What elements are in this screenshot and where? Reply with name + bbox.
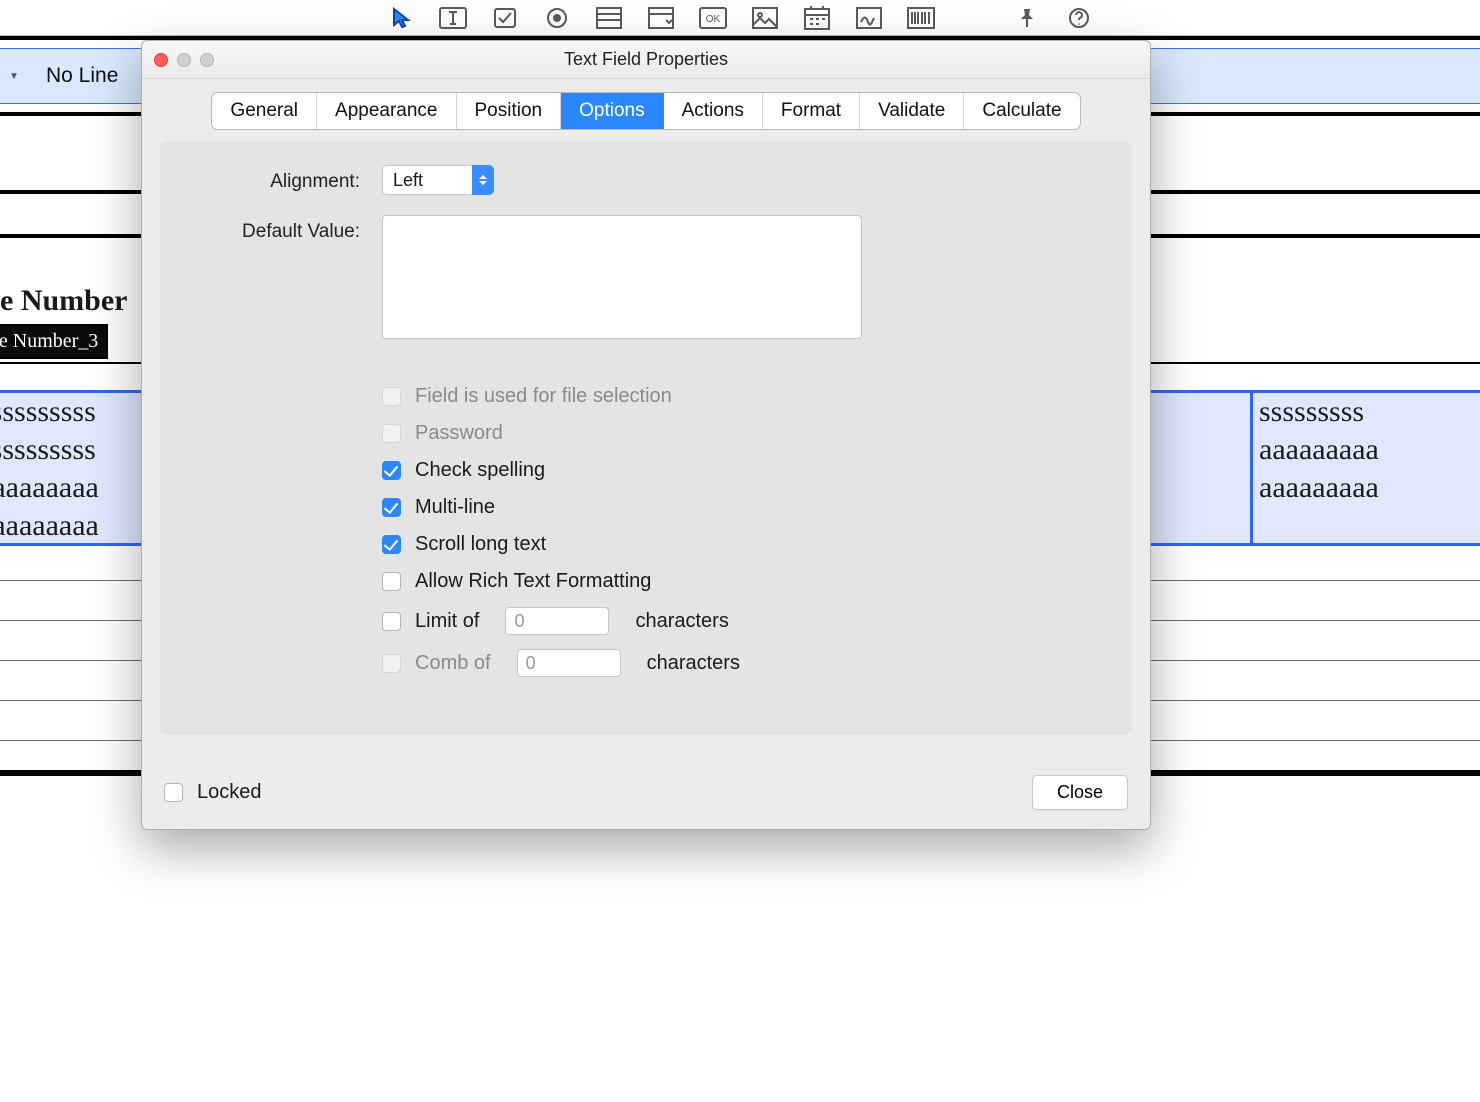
- dialog-title: Text Field Properties: [564, 49, 728, 70]
- window-close-button[interactable]: [154, 53, 168, 67]
- rich-text-label: Allow Rich Text Formatting: [415, 570, 651, 593]
- dialog-tabs: General Appearance Position Options Acti…: [212, 93, 1079, 129]
- body-text: aaaaaaaaa: [1259, 469, 1480, 507]
- multi-line-label: Multi-line: [415, 496, 495, 519]
- check-spelling-checkbox[interactable]: [382, 461, 401, 480]
- file-selection-label: Field is used for file selection: [415, 385, 672, 408]
- svg-text:OK: OK: [706, 14, 721, 25]
- text-field-tool-icon[interactable]: [439, 4, 467, 32]
- tab-format[interactable]: Format: [763, 93, 860, 129]
- checkbox-tool-icon[interactable]: [491, 4, 519, 32]
- tab-general[interactable]: General: [212, 93, 317, 129]
- locked-checkbox[interactable]: [164, 783, 183, 802]
- comb-of-label: Comb of: [415, 652, 491, 675]
- limit-of-input[interactable]: [505, 607, 609, 635]
- body-text: aaaaaaaaa: [1259, 431, 1480, 469]
- limit-of-label: Limit of: [415, 610, 479, 633]
- tab-validate[interactable]: Validate: [860, 93, 964, 129]
- default-value-textarea[interactable]: [382, 215, 862, 339]
- password-checkbox: [382, 424, 401, 443]
- check-spelling-label: Check spelling: [415, 459, 545, 482]
- body-text: sssssssss: [1259, 393, 1480, 431]
- tab-calculate[interactable]: Calculate: [964, 93, 1079, 129]
- select-arrow-icon: [472, 165, 494, 195]
- scroll-long-text-checkbox[interactable]: [382, 535, 401, 554]
- line-style-label[interactable]: No Line: [46, 64, 118, 88]
- alignment-label: Alignment:: [160, 165, 360, 193]
- password-label: Password: [415, 422, 503, 445]
- image-tool-icon[interactable]: [751, 4, 779, 32]
- rich-text-checkbox[interactable]: [382, 572, 401, 591]
- radio-tool-icon[interactable]: [543, 4, 571, 32]
- comb-of-input[interactable]: [517, 649, 621, 677]
- comb-of-checkbox: [382, 654, 401, 673]
- date-tool-icon[interactable]: [803, 4, 831, 32]
- dropdown-tool-icon[interactable]: [647, 4, 675, 32]
- dialog-titlebar: Text Field Properties: [142, 41, 1150, 79]
- file-selection-checkbox: [382, 387, 401, 406]
- pointer-icon[interactable]: [387, 4, 415, 32]
- list-tool-icon[interactable]: [595, 4, 623, 32]
- alignment-value: Left: [382, 165, 472, 195]
- tab-appearance[interactable]: Appearance: [317, 93, 456, 129]
- text-field-properties-dialog: Text Field Properties General Appearance…: [141, 40, 1151, 830]
- main-toolbar: OK: [0, 0, 1480, 36]
- line-style-dropdown-icon[interactable]: ▼: [6, 58, 22, 94]
- scroll-long-text-label: Scroll long text: [415, 533, 546, 556]
- tab-actions[interactable]: Actions: [664, 93, 763, 129]
- close-button[interactable]: Close: [1032, 775, 1128, 810]
- signature-tool-icon[interactable]: [855, 4, 883, 32]
- window-minimize-button[interactable]: [177, 53, 191, 67]
- barcode-tool-icon[interactable]: [907, 4, 935, 32]
- limit-of-checkbox[interactable]: [382, 612, 401, 631]
- form-text-field-right[interactable]: sssssssss aaaaaaaaa aaaaaaaaa: [1250, 390, 1480, 546]
- options-panel: Alignment: Left Default Value: Field is …: [160, 141, 1132, 735]
- help-icon[interactable]: [1065, 4, 1093, 32]
- comb-of-suffix: characters: [647, 652, 740, 675]
- tab-options[interactable]: Options: [561, 93, 663, 129]
- window-zoom-button[interactable]: [200, 53, 214, 67]
- locked-label: Locked: [197, 781, 262, 804]
- selected-field-name[interactable]: age Number_3: [0, 324, 108, 359]
- tab-position[interactable]: Position: [457, 93, 562, 129]
- multi-line-checkbox[interactable]: [382, 498, 401, 517]
- limit-of-suffix: characters: [635, 610, 728, 633]
- pin-icon[interactable]: [1013, 4, 1041, 32]
- page-header: age Number: [0, 284, 127, 318]
- alignment-select[interactable]: Left: [382, 165, 494, 195]
- ok-button-tool-icon[interactable]: OK: [699, 4, 727, 32]
- default-value-label: Default Value:: [160, 215, 360, 243]
